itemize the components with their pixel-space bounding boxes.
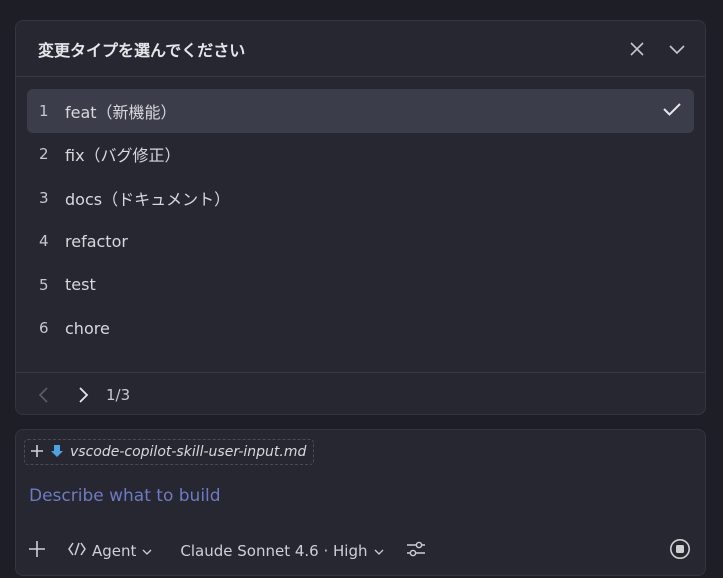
chevron-left-icon[interactable] — [34, 385, 54, 405]
item-number: 3 — [39, 188, 49, 207]
agent-icon — [68, 541, 86, 561]
quick-pick-list: 1 feat（新機能） 2 fix（バグ修正） 3 docs（ドキュメント） 4… — [16, 77, 705, 350]
plus-icon[interactable] — [30, 443, 44, 462]
chat-input[interactable] — [29, 486, 689, 506]
item-number: 1 — [39, 101, 49, 120]
chat-toolbar: Agent Claude Sonnet 4.6 · High — [28, 538, 691, 564]
item-number: 4 — [39, 232, 49, 251]
attachment-filename: vscode-copilot-skill-user-input.md — [70, 444, 307, 460]
item-number: 2 — [39, 145, 49, 164]
item-label: fix（バグ修正） — [65, 146, 181, 166]
mode-picker-button[interactable]: Agent — [68, 541, 152, 561]
chat-input-panel: vscode-copilot-skill-user-input.md Agent — [15, 429, 706, 576]
item-label: docs（ドキュメント） — [65, 189, 231, 209]
plus-icon — [28, 540, 46, 562]
quick-pick-header: 変更タイプを選んでください — [16, 21, 705, 77]
quick-pick-item-chore[interactable]: 6 chore — [27, 307, 694, 351]
chevron-right-icon[interactable] — [73, 385, 93, 405]
item-label: refactor — [65, 231, 128, 251]
close-icon[interactable] — [627, 39, 647, 59]
model-picker-button[interactable]: Claude Sonnet 4.6 · High — [180, 542, 383, 560]
quick-pick-actions — [627, 39, 687, 59]
item-label: feat（新機能） — [65, 102, 177, 122]
add-context-button[interactable] — [28, 540, 46, 562]
quick-pick-item-fix[interactable]: 2 fix（バグ修正） — [27, 133, 694, 177]
chevron-down-icon[interactable] — [667, 39, 687, 59]
tools-settings-button[interactable] — [406, 540, 426, 562]
markdown-file-icon — [50, 443, 64, 462]
chevron-down-icon — [374, 542, 384, 560]
attachment-chip[interactable]: vscode-copilot-skill-user-input.md — [24, 439, 314, 465]
item-number: 5 — [39, 275, 49, 294]
quick-pick-item-test[interactable]: 5 test — [27, 263, 694, 307]
sliders-icon — [406, 540, 426, 562]
quick-pick-item-docs[interactable]: 3 docs（ドキュメント） — [27, 176, 694, 220]
chevron-down-icon — [142, 542, 152, 560]
quick-pick-pager: 1/3 — [16, 372, 705, 416]
item-label: test — [65, 275, 96, 295]
mode-label: Agent — [92, 542, 137, 560]
quick-pick-item-feat[interactable]: 1 feat（新機能） — [27, 89, 694, 133]
page-indicator: 1/3 — [106, 385, 131, 404]
item-label: chore — [65, 318, 110, 338]
quick-pick-title: 変更タイプを選んでください — [38, 40, 246, 60]
quick-pick-item-refactor[interactable]: 4 refactor — [27, 220, 694, 264]
check-icon — [662, 101, 682, 121]
model-label: Claude Sonnet 4.6 · High — [180, 542, 368, 560]
stop-button[interactable] — [669, 538, 691, 564]
stop-icon — [669, 538, 691, 564]
quick-pick-panel: 変更タイプを選んでください 1 feat（新機能） 2 fix（バグ修正） 3 … — [15, 20, 706, 415]
item-number: 6 — [39, 319, 49, 338]
